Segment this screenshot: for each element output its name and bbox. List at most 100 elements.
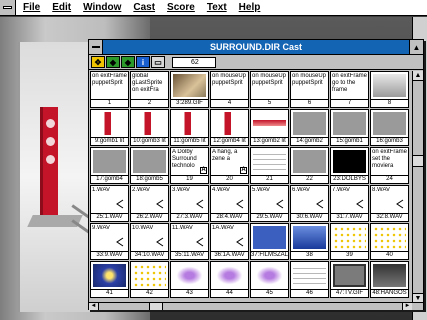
cast-member-number: 6	[291, 99, 328, 107]
cast-member-cell[interactable]: 47:TV.GIF	[330, 261, 369, 298]
cast-member-cell[interactable]: 10:gomb3 lit	[130, 109, 169, 146]
cast-member-number-field[interactable]: 62	[172, 56, 216, 68]
cast-member-cell[interactable]: 3:289.GIF	[170, 71, 209, 108]
cast-member-text: on exitFrame puppetSprit	[92, 73, 127, 86]
cast-member-cell[interactable]: 21	[250, 147, 289, 184]
cast-member-number: 25:1.WAV	[91, 213, 128, 221]
menu-text[interactable]: Text	[201, 2, 233, 13]
cast-member-cell[interactable]: on mouseUp puppetSprit 4	[210, 71, 249, 108]
sound-icon	[235, 237, 245, 247]
cast-member-cell[interactable]: 14:gomb2	[290, 109, 329, 146]
cast-member-number: 18:gomb5	[131, 175, 168, 183]
sound-icon	[115, 199, 125, 209]
cast-member-cell[interactable]: 6.WAV 30:6.WAV	[290, 185, 329, 222]
system-menu-box[interactable]	[0, 0, 16, 15]
cast-member-cell[interactable]: 7.WAV 31:7.WAV	[330, 185, 369, 222]
cast-member-cell[interactable]: 18:gomb5	[130, 147, 169, 184]
cast-member-cell[interactable]: 44	[210, 261, 249, 298]
cast-member-cell[interactable]: A Dolby Surround technolo A 19	[170, 147, 209, 184]
cast-member-cell[interactable]: 9:gomb1 lit	[90, 109, 129, 146]
info-icon[interactable]: i	[136, 56, 150, 68]
cast-member-cell[interactable]: 37:FILMSZAL	[250, 223, 289, 260]
horizontal-scroll-thumb[interactable]	[149, 303, 163, 310]
cast-member-number: 9:gomb1 lit	[91, 137, 128, 145]
menu-file[interactable]: File	[16, 2, 46, 13]
next-cast-icon[interactable]: ◆	[121, 56, 135, 68]
cast-member-cell[interactable]: on exitFrame go to the frame 7	[330, 71, 369, 108]
cast-thumbnail	[253, 150, 286, 173]
cast-thumbnail	[373, 264, 406, 287]
cast-member-cell[interactable]: 9.WAV 33:9.WAV	[90, 223, 129, 260]
cast-member-cell[interactable]: 5.WAV 29:5.WAV	[250, 185, 289, 222]
cast-member-cell[interactable]: 40	[370, 223, 409, 260]
cast-member-cell[interactable]: 41	[90, 261, 129, 298]
cast-member-number: 40	[371, 251, 408, 259]
cast-member-cell[interactable]: 1.WAV 25:1.WAV	[90, 185, 129, 222]
cast-member-text: on mouseUp puppetSprit	[252, 73, 287, 86]
scroll-left-icon[interactable]: ◄	[89, 303, 99, 310]
cast-member-cell[interactable]: global gLastSprite on exitFra 2	[130, 71, 169, 108]
cast-member-cell[interactable]: on mouseUp puppetSprit 5	[250, 71, 289, 108]
cast-member-cell[interactable]: on exitFrame puppetSprit 1	[90, 71, 129, 108]
cast-member-cell[interactable]: 43	[170, 261, 209, 298]
menu-window[interactable]: Window	[77, 2, 127, 13]
cast-member-number: 41	[91, 289, 128, 297]
cast-member-cell[interactable]: on mouseUp puppetSprit 6	[290, 71, 329, 108]
vertical-scroll-thumb[interactable]	[413, 155, 423, 167]
cast-member-cell[interactable]: 2.WAV 26:2.WAV	[130, 185, 169, 222]
cast-member-text: 11.WAV	[172, 225, 193, 231]
cast-member-cell[interactable]: 17:gomb4	[90, 147, 129, 184]
cast-member-cell[interactable]: 23:DOLBYS	[330, 147, 369, 184]
cast-member-cell[interactable]: 15:gomb1	[330, 109, 369, 146]
cast-member-text: on exitFrame go to the frame	[332, 73, 367, 93]
cast-thumbnail	[253, 112, 286, 135]
cast-member-cell[interactable]: 8	[370, 71, 409, 108]
cast-member-cell[interactable]: 42	[130, 261, 169, 298]
cast-member-cell[interactable]: on exitFrame set the moviera 24	[370, 147, 409, 184]
cast-member-number: 26:2.WAV	[131, 213, 168, 221]
drag-cast-icon[interactable]: ✥	[91, 56, 105, 68]
sound-icon	[195, 199, 205, 209]
cast-member-cell[interactable]: 45	[250, 261, 289, 298]
cast-member-cell[interactable]: 3.WAV 27:3.WAV	[170, 185, 209, 222]
cast-window-title-bar[interactable]: SURROUND.DIR Cast ▲	[89, 40, 423, 55]
cast-thumbnail	[173, 112, 206, 135]
cast-member-cell[interactable]: 38	[290, 223, 329, 260]
scroll-right-icon[interactable]: ►	[402, 303, 412, 310]
window-control-menu-icon[interactable]	[89, 40, 103, 54]
cast-member-cell[interactable]: 48:HANGOS	[370, 261, 409, 298]
cast-member-text: 7.WAV	[332, 187, 351, 193]
menu-edit[interactable]: Edit	[46, 2, 77, 13]
menu-help[interactable]: Help	[233, 2, 267, 13]
previous-cast-icon[interactable]: ◆	[106, 56, 120, 68]
cast-member-cell[interactable]: 13:gomb2 lit	[250, 109, 289, 146]
cast-member-number: 24	[371, 175, 408, 183]
cast-member-cell[interactable]: 4.WAV 28:4.WAV	[210, 185, 249, 222]
cast-member-cell[interactable]: 1A.WAV 36:1A.WAV	[210, 223, 249, 260]
cast-member-cell[interactable]: 46	[290, 261, 329, 298]
cast-member-number: 15:gomb1	[331, 137, 368, 145]
cast-member-cell[interactable]: 11.WAV 35:11.WAV	[170, 223, 209, 260]
cast-member-number: 19	[171, 175, 208, 183]
maximize-icon[interactable]: ▲	[409, 40, 423, 54]
cast-member-cell[interactable]: 16:gomb3	[370, 109, 409, 146]
cast-member-cell[interactable]: 11:gomb5 lit	[170, 109, 209, 146]
scroll-up-icon[interactable]: ▲	[413, 71, 423, 81]
menu-cast[interactable]: Cast	[127, 2, 161, 13]
cast-member-cell[interactable]: 22	[290, 147, 329, 184]
cast-member-number: 43	[171, 289, 208, 297]
cast-member-cell[interactable]: A hang, a zene a A 20	[210, 147, 249, 184]
menu-score[interactable]: Score	[161, 2, 201, 13]
text-type-icon: A	[240, 167, 247, 174]
cast-thumbnail	[93, 112, 126, 135]
cast-member-text: 5.WAV	[252, 187, 271, 193]
cast-member-cell[interactable]: 39	[330, 223, 369, 260]
vertical-scrollbar[interactable]: ▲ ▼	[412, 71, 423, 303]
script-icon[interactable]: ▭	[151, 56, 165, 68]
cast-member-number: 30:6.WAV	[291, 213, 328, 221]
cast-member-cell[interactable]: 8.WAV 32:8.WAV	[370, 185, 409, 222]
cast-member-number: 38	[291, 251, 328, 259]
horizontal-scrollbar[interactable]: ◄ ►	[89, 302, 423, 310]
cast-member-cell[interactable]: 10.WAV 34:10.WAV	[130, 223, 169, 260]
cast-member-cell[interactable]: 12:gomb4 lit	[210, 109, 249, 146]
